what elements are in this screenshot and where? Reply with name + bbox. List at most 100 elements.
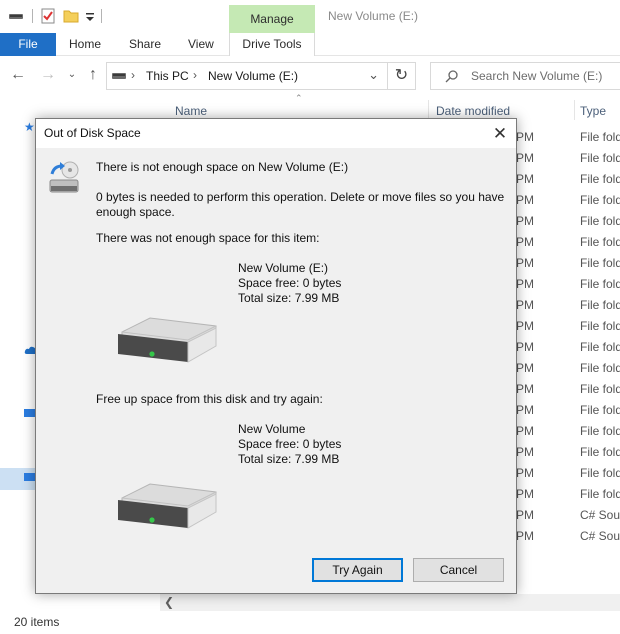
column-date-modified[interactable]: Date modified xyxy=(436,104,510,118)
file-type: File folder xyxy=(580,445,620,459)
file-row[interactable]: PM File folder xyxy=(516,151,620,172)
sort-ascending-icon: ⌃ xyxy=(295,93,303,103)
out-of-disk-space-dialog: Out of Disk Space ✕ There is not enough … xyxy=(35,118,517,594)
file-type: File folder xyxy=(580,172,620,186)
file-date-modified: PM xyxy=(516,298,534,312)
manage-contextual-tab[interactable]: Manage xyxy=(229,5,315,33)
file-type: File folder xyxy=(580,214,620,228)
horizontal-scrollbar[interactable]: ❮ xyxy=(160,594,620,611)
file-row[interactable]: PM File folder xyxy=(516,256,620,277)
breadcrumb-chevron-icon[interactable]: › xyxy=(193,68,197,82)
column-type[interactable]: Type xyxy=(580,104,606,118)
recent-locations-chevron-icon[interactable]: ⌄ xyxy=(64,66,80,84)
qat-separator xyxy=(101,9,102,23)
navigation-bar: ← → ⌄ ↑ › This PC › New Volume (E:) ⌄ ↻ … xyxy=(0,56,620,96)
explorer-titlebar: Manage New Volume (E:) xyxy=(0,0,620,34)
file-row[interactable]: PM C# Source xyxy=(516,508,620,529)
scroll-left-arrow-icon[interactable]: ❮ xyxy=(164,595,174,609)
drive-info-item: New Volume (E:) Space free: 0 bytes Tota… xyxy=(238,261,438,306)
file-row[interactable]: PM File folder xyxy=(516,172,620,193)
file-date-modified: PM xyxy=(516,508,534,522)
ribbon-tabs: File Home Share View Drive Tools xyxy=(0,33,620,56)
file-row[interactable]: PM C# Source xyxy=(516,529,620,550)
up-arrow-icon[interactable]: ↑ xyxy=(85,66,101,84)
file-date-modified: PM xyxy=(516,277,534,291)
file-date-modified: PM xyxy=(516,235,534,249)
dialog-body: There is not enough space on New Volume … xyxy=(36,148,516,593)
properties-icon[interactable] xyxy=(40,8,56,24)
close-icon[interactable]: ✕ xyxy=(484,119,516,148)
file-type: File folder xyxy=(580,151,620,165)
tab-home[interactable]: Home xyxy=(69,37,101,51)
file-row[interactable]: PM File folder xyxy=(516,445,620,466)
file-row[interactable]: PM File folder xyxy=(516,382,620,403)
breadcrumb-new-volume[interactable]: New Volume (E:) xyxy=(208,69,298,83)
new-folder-icon[interactable] xyxy=(63,8,79,24)
file-date-modified: PM xyxy=(516,256,534,270)
drive-icon[interactable] xyxy=(8,8,24,24)
file-date-modified: PM xyxy=(516,151,534,165)
file-type: File folder xyxy=(580,277,620,291)
file-row[interactable]: PM File folder xyxy=(516,298,620,319)
back-arrow-icon[interactable]: ← xyxy=(10,66,26,84)
tab-view[interactable]: View xyxy=(188,37,214,51)
file-row[interactable]: PM File folder xyxy=(516,235,620,256)
file-type: File folder xyxy=(580,466,620,480)
breadcrumb-chevron-icon[interactable]: › xyxy=(131,68,135,82)
file-row[interactable]: PM File folder xyxy=(516,466,620,487)
column-divider[interactable] xyxy=(428,100,429,120)
column-name[interactable]: Name xyxy=(175,104,207,118)
file-type: File folder xyxy=(580,298,620,312)
file-row[interactable]: PM File folder xyxy=(516,214,620,235)
cancel-button[interactable]: Cancel xyxy=(413,558,504,582)
file-date-modified: PM xyxy=(516,466,534,480)
drive-icon xyxy=(111,69,127,86)
file-date-modified: PM xyxy=(516,529,534,543)
file-date-modified: PM xyxy=(516,361,534,375)
dialog-titlebar[interactable]: Out of Disk Space ✕ xyxy=(36,119,516,148)
file-type: File folder xyxy=(580,193,620,207)
file-row[interactable]: PM File folder xyxy=(516,403,620,424)
file-row[interactable]: PM File folder xyxy=(516,130,620,151)
file-row[interactable]: PM File folder xyxy=(516,319,620,340)
dialog-heading: There is not enough space on New Volume … xyxy=(96,160,349,174)
column-divider[interactable] xyxy=(574,100,575,120)
tab-file[interactable]: File xyxy=(0,33,56,56)
tab-drive-tools[interactable]: Drive Tools xyxy=(229,33,315,56)
file-row[interactable]: PM File folder xyxy=(516,361,620,382)
file-type: File folder xyxy=(580,424,620,438)
forward-arrow-icon[interactable]: → xyxy=(40,66,56,84)
search-box[interactable]: Search New Volume (E:) xyxy=(430,62,620,90)
file-row[interactable]: PM File folder xyxy=(516,193,620,214)
file-row[interactable]: PM File folder xyxy=(516,487,620,508)
address-dropdown-icon[interactable]: ⌄ xyxy=(368,67,379,83)
drive-space-free: Space free: 0 bytes xyxy=(238,437,342,451)
drive-name: New Volume xyxy=(238,422,306,436)
file-date-modified: PM xyxy=(516,403,534,417)
file-row[interactable]: PM File folder xyxy=(516,340,620,361)
file-date-modified: PM xyxy=(516,130,534,144)
file-type: File folder xyxy=(580,235,620,249)
try-again-button[interactable]: Try Again xyxy=(312,558,403,582)
file-row[interactable]: PM File folder xyxy=(516,277,620,298)
file-type: File folder xyxy=(580,256,620,270)
file-type: File folder xyxy=(580,340,620,354)
file-row[interactable]: PM File folder xyxy=(516,424,620,445)
drive-space-free: Space free: 0 bytes xyxy=(238,276,342,290)
file-type: File folder xyxy=(580,130,620,144)
drive-name: New Volume (E:) xyxy=(238,261,329,275)
tab-share[interactable]: Share xyxy=(129,37,161,51)
breadcrumb-this-pc[interactable]: This PC xyxy=(146,69,189,83)
file-type: File folder xyxy=(580,487,620,501)
quick-access-star-icon[interactable]: ★ xyxy=(24,120,35,134)
sidebar-item-this-pc[interactable] xyxy=(0,468,36,490)
file-type: File folder xyxy=(580,361,620,375)
file-date-modified: PM xyxy=(516,382,534,396)
disk-warning-icon xyxy=(48,160,84,196)
file-type: File folder xyxy=(580,403,620,417)
address-bar[interactable]: › This PC › New Volume (E:) ⌄ xyxy=(106,62,388,90)
navigation-pane: ★ xyxy=(0,96,37,596)
qat-dropdown-icon[interactable] xyxy=(84,8,100,24)
file-date-modified: PM xyxy=(516,172,534,186)
refresh-icon[interactable]: ↻ xyxy=(388,62,416,90)
